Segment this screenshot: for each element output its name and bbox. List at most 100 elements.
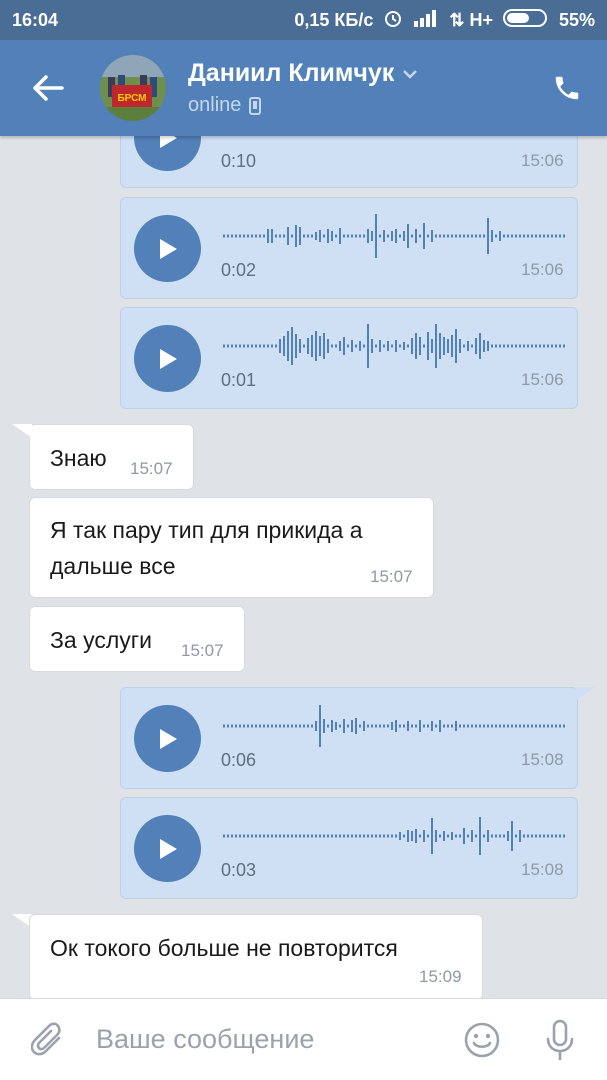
- contact-info[interactable]: Даниил Климчук online: [188, 59, 418, 117]
- waveform-bar: [355, 834, 357, 838]
- call-button[interactable]: [527, 40, 607, 136]
- waveform-bar: [519, 234, 521, 238]
- waveform-bar: [447, 234, 449, 238]
- waveform-bar: [255, 724, 257, 728]
- waveform-bar: [539, 234, 541, 238]
- waveform-bar: [463, 344, 465, 348]
- waveform-bar: [227, 724, 229, 728]
- waveform-bar: [351, 234, 353, 238]
- voice-waveform[interactable]: [221, 814, 567, 858]
- waveform-bar: [399, 724, 401, 728]
- message-input[interactable]: Ваше сообщение: [96, 1024, 314, 1055]
- waveform-bar: [327, 229, 329, 243]
- waveform-bar: [531, 234, 533, 238]
- waveform-bar: [311, 335, 313, 357]
- waveform-bar: [479, 234, 481, 238]
- waveform-bar: [507, 831, 509, 841]
- play-button[interactable]: [134, 815, 201, 882]
- play-button[interactable]: [134, 215, 201, 282]
- waveform-bar: [403, 342, 405, 350]
- waveform-bar: [463, 234, 465, 238]
- waveform-bar: [247, 234, 249, 238]
- waveform-bar: [395, 720, 397, 732]
- waveform-bar: [319, 834, 321, 838]
- waveform-bar: [263, 234, 265, 238]
- waveform-bar: [231, 724, 233, 728]
- message-text: Ок токого больше не повторится: [50, 935, 398, 961]
- waveform-bar: [555, 234, 557, 238]
- voice-record-button[interactable]: [545, 1019, 575, 1066]
- voice-waveform[interactable]: [221, 324, 567, 368]
- back-button[interactable]: [0, 40, 96, 136]
- waveform-bar: [239, 234, 241, 238]
- waveform-bar: [327, 339, 329, 353]
- waveform-bar: [399, 234, 401, 238]
- waveform-bar: [235, 724, 237, 728]
- play-icon: [159, 728, 177, 749]
- waveform-bar: [239, 834, 241, 838]
- text-message: Знаю 15:07: [29, 424, 194, 490]
- waveform-bar: [467, 234, 469, 238]
- waveform-bar: [223, 834, 225, 838]
- waveform-bar: [447, 834, 449, 838]
- waveform-bar: [347, 344, 349, 348]
- waveform-bar: [263, 344, 265, 348]
- waveform-bar: [459, 724, 461, 728]
- waveform-bar: [491, 724, 493, 728]
- waveform-bar: [303, 234, 305, 238]
- waveform-bar: [307, 338, 309, 354]
- waveform-bar: [403, 834, 405, 838]
- avatar[interactable]: БРСМ: [100, 55, 166, 121]
- waveform-bar: [539, 344, 541, 348]
- avatar-flag-text: БРСМ: [117, 93, 146, 104]
- waveform-bar: [467, 834, 469, 838]
- waveform-bar: [231, 834, 233, 838]
- waveform-bar: [551, 344, 553, 348]
- voice-message: 0:06 15:08: [120, 687, 578, 789]
- waveform-bar: [415, 724, 417, 728]
- voice-waveform[interactable]: [221, 704, 567, 748]
- waveform-bar: [471, 830, 473, 842]
- waveform-bar: [427, 234, 429, 238]
- waveform-bar: [483, 234, 485, 238]
- waveform-bar: [375, 724, 377, 728]
- waveform-bar: [463, 724, 465, 728]
- waveform-bar: [339, 834, 341, 838]
- waveform-bar: [507, 344, 509, 348]
- waveform-bar: [387, 834, 389, 838]
- waveform-bar: [283, 724, 285, 728]
- waveform-bar: [315, 331, 317, 361]
- waveform-bar: [419, 834, 421, 838]
- waveform-bar: [423, 724, 425, 728]
- play-button[interactable]: [134, 325, 201, 392]
- waveform-bar: [247, 834, 249, 838]
- waveform-bar: [451, 724, 453, 728]
- waveform-bar: [267, 344, 269, 348]
- voice-waveform[interactable]: [221, 214, 567, 258]
- waveform-bar: [511, 724, 513, 728]
- waveform-bar: [539, 834, 541, 838]
- attach-button[interactable]: [0, 999, 96, 1080]
- play-button[interactable]: [134, 705, 201, 772]
- waveform-bar: [475, 234, 477, 238]
- text-message: Я так пару тип для прикида а дальше все …: [29, 497, 434, 598]
- waveform-bar: [451, 335, 453, 357]
- waveform-bar: [483, 724, 485, 728]
- waveform-bar: [247, 724, 249, 728]
- waveform-bar: [431, 230, 433, 242]
- waveform-bar: [491, 344, 493, 348]
- waveform-bar: [243, 234, 245, 238]
- waveform-bar: [447, 339, 449, 353]
- status-time: 16:04: [12, 9, 59, 30]
- message-time: 15:06: [521, 260, 564, 279]
- waveform-bar: [391, 834, 393, 838]
- emoji-button[interactable]: [463, 1021, 501, 1064]
- waveform-bar: [563, 724, 565, 728]
- waveform-bar: [323, 719, 325, 733]
- waveform-bar: [259, 234, 261, 238]
- waveform-bar: [275, 234, 277, 238]
- message-time: 15:09: [419, 967, 462, 986]
- waveform-bar: [323, 333, 325, 359]
- waveform-bar: [323, 834, 325, 838]
- waveform-bar: [403, 724, 405, 728]
